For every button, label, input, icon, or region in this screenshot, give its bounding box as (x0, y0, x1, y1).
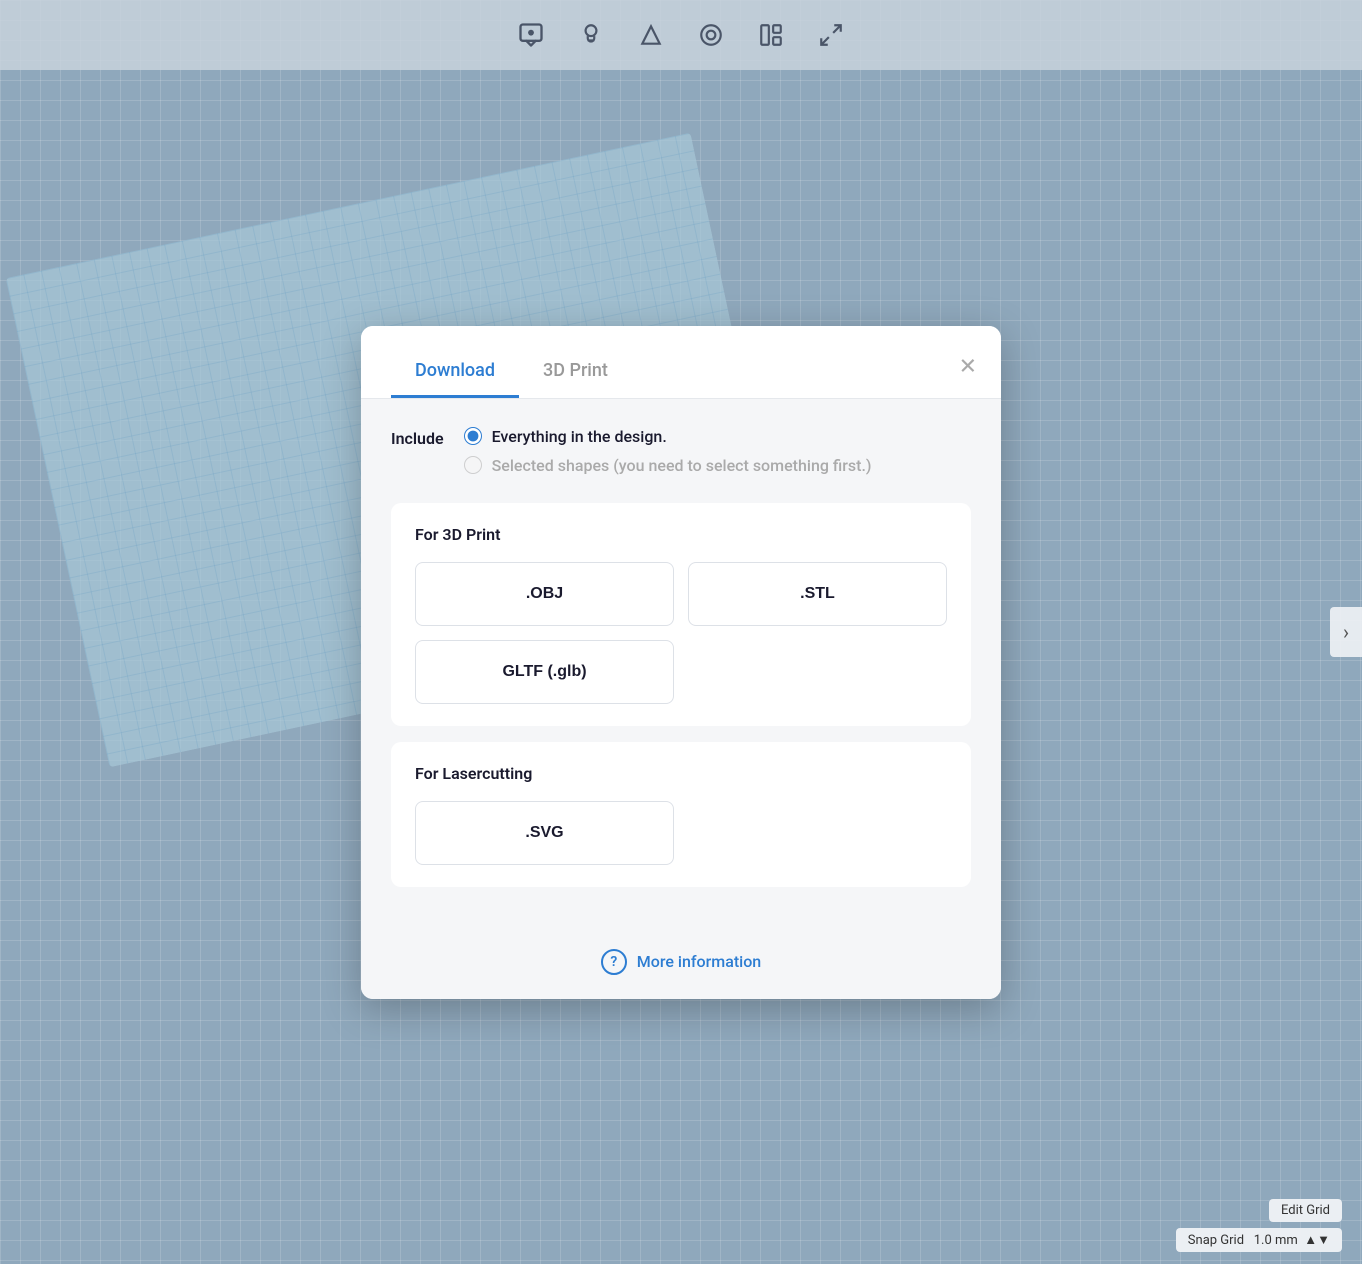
tab-3d-print[interactable]: 3D Print (519, 346, 632, 398)
close-button[interactable]: ✕ (959, 355, 977, 377)
download-modal: Download 3D Print ✕ Include Everything i… (361, 326, 1001, 999)
radio-selected-input[interactable] (464, 456, 482, 474)
modal-footer: ? More information (361, 931, 1001, 999)
include-label: Include (391, 427, 444, 448)
question-icon: ? (601, 949, 627, 975)
radio-selected[interactable]: Selected shapes (you need to select some… (464, 456, 872, 475)
section-3d-print-title: For 3D Print (415, 525, 947, 544)
modal-header: Download 3D Print ✕ (361, 326, 1001, 398)
modal-overlay: Download 3D Print ✕ Include Everything i… (0, 0, 1362, 1264)
format-buttons-3d: .OBJ .STL GLTF (.glb) (415, 562, 947, 704)
btn-obj[interactable]: .OBJ (415, 562, 674, 626)
format-buttons-laser: .SVG (415, 801, 947, 865)
more-info-link[interactable]: ? More information (601, 949, 761, 975)
more-info-label: More information (637, 952, 761, 971)
radio-options: Everything in the design. Selected shape… (464, 427, 872, 475)
radio-everything-input[interactable] (464, 427, 482, 445)
section-lasercutting: For Lasercutting .SVG (391, 742, 971, 887)
tab-download[interactable]: Download (391, 346, 519, 398)
section-3d-print: For 3D Print .OBJ .STL GLTF (.glb) (391, 503, 971, 726)
radio-everything-label: Everything in the design. (492, 427, 667, 446)
include-row: Include Everything in the design. Select… (391, 427, 971, 475)
radio-selected-label: Selected shapes (you need to select some… (492, 456, 872, 475)
btn-gltf[interactable]: GLTF (.glb) (415, 640, 674, 704)
modal-body: Include Everything in the design. Select… (361, 399, 1001, 931)
radio-everything[interactable]: Everything in the design. (464, 427, 872, 446)
btn-svg[interactable]: .SVG (415, 801, 674, 865)
btn-stl[interactable]: .STL (688, 562, 947, 626)
section-lasercutting-title: For Lasercutting (415, 764, 947, 783)
